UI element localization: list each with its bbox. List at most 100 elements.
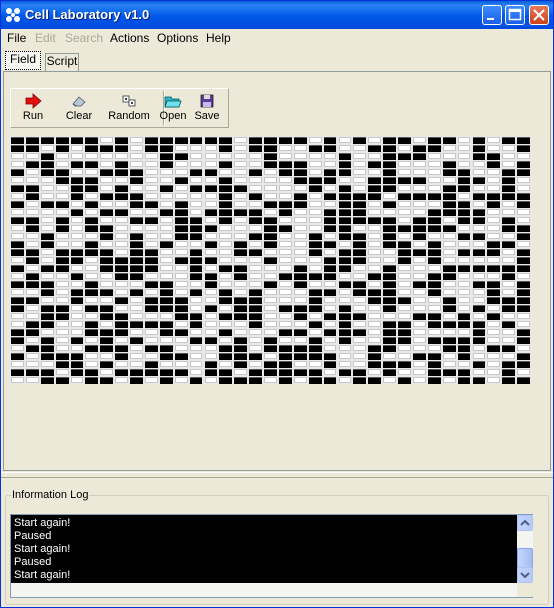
grid-cell[interactable] bbox=[249, 217, 263, 224]
grid-cell[interactable] bbox=[130, 297, 143, 303]
grid-cell[interactable] bbox=[383, 329, 396, 336]
grid-cell[interactable] bbox=[85, 361, 99, 367]
grid-cell[interactable] bbox=[517, 369, 530, 375]
grid-cell[interactable] bbox=[145, 161, 158, 167]
grid-cell[interactable] bbox=[457, 305, 471, 311]
grid-cell[interactable] bbox=[353, 305, 367, 311]
grid-cell[interactable] bbox=[249, 225, 263, 231]
grid-cell[interactable] bbox=[55, 169, 69, 176]
grid-cell[interactable] bbox=[398, 305, 411, 311]
grid-cell[interactable] bbox=[427, 377, 441, 384]
grid-cell[interactable] bbox=[308, 361, 322, 367]
grid-cell[interactable] bbox=[145, 273, 158, 279]
grid-cell[interactable] bbox=[487, 265, 501, 272]
grid-cell[interactable] bbox=[278, 137, 292, 144]
grid-cell[interactable] bbox=[11, 145, 24, 152]
grid-cell[interactable] bbox=[264, 193, 277, 199]
grid-cell[interactable] bbox=[264, 265, 277, 271]
grid-cell[interactable] bbox=[368, 297, 382, 304]
grid-cell[interactable] bbox=[278, 305, 292, 312]
grid-cell[interactable] bbox=[100, 217, 114, 223]
grid-cell[interactable] bbox=[249, 289, 263, 296]
grid-cell[interactable] bbox=[442, 193, 456, 200]
grid-cell[interactable] bbox=[174, 337, 188, 343]
grid-cell[interactable] bbox=[427, 249, 441, 256]
grid-cell[interactable] bbox=[85, 177, 99, 184]
grid-cell[interactable] bbox=[85, 169, 99, 175]
grid-cell[interactable] bbox=[234, 321, 248, 327]
grid-cell[interactable] bbox=[293, 377, 307, 383]
grid-cell[interactable] bbox=[323, 185, 337, 191]
grid-cell[interactable] bbox=[55, 241, 69, 247]
grid-cell[interactable] bbox=[517, 193, 530, 200]
grid-cell[interactable] bbox=[487, 241, 501, 248]
grid-cell[interactable] bbox=[457, 329, 471, 335]
grid-cell[interactable] bbox=[249, 305, 263, 312]
grid-cell[interactable] bbox=[308, 193, 322, 199]
grid-cell[interactable] bbox=[189, 241, 203, 247]
grid-cell[interactable] bbox=[85, 193, 99, 199]
grid-cell[interactable] bbox=[308, 329, 322, 335]
grid-cell[interactable] bbox=[115, 329, 129, 336]
grid-cell[interactable] bbox=[293, 153, 307, 159]
grid-cell[interactable] bbox=[234, 297, 248, 304]
grid-cell[interactable] bbox=[442, 257, 456, 263]
grid-cell[interactable] bbox=[398, 169, 411, 175]
grid-cell[interactable] bbox=[145, 217, 158, 224]
grid-cell[interactable] bbox=[398, 225, 411, 232]
grid-cell[interactable] bbox=[442, 209, 456, 216]
grid-cell[interactable] bbox=[204, 185, 218, 192]
grid-cell[interactable] bbox=[412, 161, 426, 167]
grid-cell[interactable] bbox=[204, 169, 218, 176]
grid-cell[interactable] bbox=[487, 217, 501, 223]
grid-cell[interactable] bbox=[189, 297, 203, 303]
grid-cell[interactable] bbox=[115, 313, 129, 320]
grid-cell[interactable] bbox=[442, 265, 456, 272]
grid-cell[interactable] bbox=[159, 241, 173, 248]
grid-cell[interactable] bbox=[204, 281, 218, 288]
grid-cell[interactable] bbox=[249, 297, 263, 304]
grid-cell[interactable] bbox=[383, 313, 396, 319]
grid-cell[interactable] bbox=[487, 329, 501, 335]
grid-cell[interactable] bbox=[115, 169, 129, 176]
grid-cell[interactable] bbox=[502, 329, 516, 335]
grid-cell[interactable] bbox=[502, 353, 516, 359]
grid-cell[interactable] bbox=[85, 161, 99, 168]
grid-cell[interactable] bbox=[517, 145, 530, 152]
grid-cell[interactable] bbox=[412, 209, 426, 215]
grid-cell[interactable] bbox=[25, 281, 39, 288]
grid-cell[interactable] bbox=[517, 281, 530, 288]
grid-cell[interactable] bbox=[249, 177, 263, 183]
grid-cell[interactable] bbox=[115, 185, 129, 192]
grid-cell[interactable] bbox=[204, 289, 218, 295]
grid-cell[interactable] bbox=[219, 137, 233, 144]
grid-cell[interactable] bbox=[100, 329, 114, 336]
grid-cell[interactable] bbox=[159, 265, 173, 271]
grid-cell[interactable] bbox=[85, 329, 99, 336]
grid-cell[interactable] bbox=[472, 345, 486, 351]
grid-cell[interactable] bbox=[234, 169, 248, 175]
grid-cell[interactable] bbox=[442, 241, 456, 247]
grid-cell[interactable] bbox=[234, 185, 248, 192]
grid-cell[interactable] bbox=[40, 201, 54, 208]
grid-cell[interactable] bbox=[487, 297, 501, 304]
grid-cell[interactable] bbox=[398, 161, 411, 167]
grid-cell[interactable] bbox=[517, 177, 530, 183]
grid-cell[interactable] bbox=[412, 145, 426, 152]
grid-cell[interactable] bbox=[55, 369, 69, 375]
grid-cell[interactable] bbox=[472, 369, 486, 375]
grid-cell[interactable] bbox=[189, 305, 203, 311]
grid-cell[interactable] bbox=[368, 177, 382, 184]
grid-cell[interactable] bbox=[174, 289, 188, 295]
grid-cell[interactable] bbox=[40, 337, 54, 344]
grid-cell[interactable] bbox=[174, 353, 188, 360]
grid-cell[interactable] bbox=[234, 161, 248, 167]
grid-cell[interactable] bbox=[368, 377, 382, 384]
grid-cell[interactable] bbox=[278, 209, 292, 216]
grid-cell[interactable] bbox=[264, 137, 277, 144]
grid-cell[interactable] bbox=[264, 281, 277, 288]
grid-cell[interactable] bbox=[55, 153, 69, 159]
grid-cell[interactable] bbox=[204, 209, 218, 216]
grid-cell[interactable] bbox=[189, 153, 203, 159]
grid-cell[interactable] bbox=[293, 209, 307, 215]
